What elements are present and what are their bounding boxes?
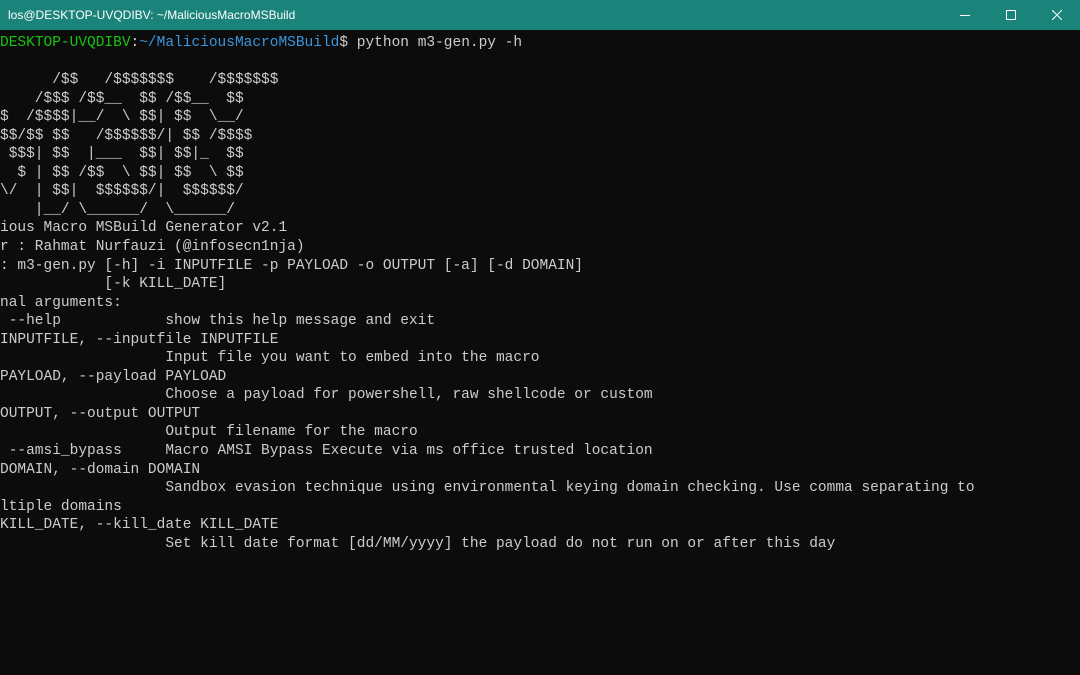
prompt-path: ~/MaliciousMacroMSBuild bbox=[139, 35, 339, 51]
output-line: INPUTFILE, --inputfile INPUTFILE bbox=[0, 331, 1080, 350]
output-line: --amsi_bypass Macro AMSI Bypass Execute … bbox=[0, 442, 1080, 461]
banner-line: $$/$$ $$ /$$$$$$/| $$ /$$$$ bbox=[0, 127, 1080, 146]
maximize-icon bbox=[1006, 10, 1016, 20]
minimize-button[interactable] bbox=[942, 0, 988, 30]
minimize-icon bbox=[960, 15, 970, 16]
output-line: KILL_DATE, --kill_date KILL_DATE bbox=[0, 516, 1080, 535]
output-line: : m3-gen.py [-h] -i INPUTFILE -p PAYLOAD… bbox=[0, 257, 1080, 276]
output-line: Set kill date format [dd/MM/yyyy] the pa… bbox=[0, 535, 1080, 554]
blank-line bbox=[0, 53, 1080, 72]
banner-line: /$$ /$$$$$$$ /$$$$$$$ bbox=[0, 71, 1080, 90]
output-line: Input file you want to embed into the ma… bbox=[0, 349, 1080, 368]
banner-line: /$$$ /$$__ $$ /$$__ $$ bbox=[0, 90, 1080, 109]
close-button[interactable] bbox=[1034, 0, 1080, 30]
titlebar: los@DESKTOP-UVQDIBV: ~/MaliciousMacroMSB… bbox=[0, 0, 1080, 30]
output-line: nal arguments: bbox=[0, 294, 1080, 313]
terminal-window: los@DESKTOP-UVQDIBV: ~/MaliciousMacroMSB… bbox=[0, 0, 1080, 675]
output-line: Sandbox evasion technique using environm… bbox=[0, 479, 1080, 498]
close-icon bbox=[1052, 10, 1062, 20]
prompt-user-host: DESKTOP-UVQDIBV bbox=[0, 35, 131, 51]
output-line: ltiple domains bbox=[0, 498, 1080, 517]
prompt-sep1: : bbox=[131, 35, 140, 51]
output-line: ious Macro MSBuild Generator v2.1 bbox=[0, 219, 1080, 238]
output-line: r : Rahmat Nurfauzi (@infosecn1nja) bbox=[0, 238, 1080, 257]
output-line: [-k KILL_DATE] bbox=[0, 275, 1080, 294]
banner-line: \/ | $$| $$$$$$/| $$$$$$/ bbox=[0, 182, 1080, 201]
prompt-command: python m3-gen.py -h bbox=[348, 35, 522, 51]
banner-line: $ | $$ /$$ \ $$| $$ \ $$ bbox=[0, 164, 1080, 183]
output-line: --help show this help message and exit bbox=[0, 312, 1080, 331]
output-line: Output filename for the macro bbox=[0, 423, 1080, 442]
window-title: los@DESKTOP-UVQDIBV: ~/MaliciousMacroMSB… bbox=[8, 8, 295, 22]
maximize-button[interactable] bbox=[988, 0, 1034, 30]
window-controls bbox=[942, 0, 1080, 30]
banner-line: |__/ \______/ \______/ bbox=[0, 201, 1080, 220]
output-line: Choose a payload for powershell, raw she… bbox=[0, 386, 1080, 405]
output-line: OUTPUT, --output OUTPUT bbox=[0, 405, 1080, 424]
output-line: DOMAIN, --domain DOMAIN bbox=[0, 461, 1080, 480]
banner-line: $$$| $$ |___ $$| $$|_ $$ bbox=[0, 145, 1080, 164]
output-line: PAYLOAD, --payload PAYLOAD bbox=[0, 368, 1080, 387]
terminal-body[interactable]: DESKTOP-UVQDIBV:~/MaliciousMacroMSBuild$… bbox=[0, 30, 1080, 675]
prompt-line: DESKTOP-UVQDIBV:~/MaliciousMacroMSBuild$… bbox=[0, 34, 1080, 53]
banner-line: $ /$$$$|__/ \ $$| $$ \__/ bbox=[0, 108, 1080, 127]
prompt-sep2: $ bbox=[339, 35, 348, 51]
